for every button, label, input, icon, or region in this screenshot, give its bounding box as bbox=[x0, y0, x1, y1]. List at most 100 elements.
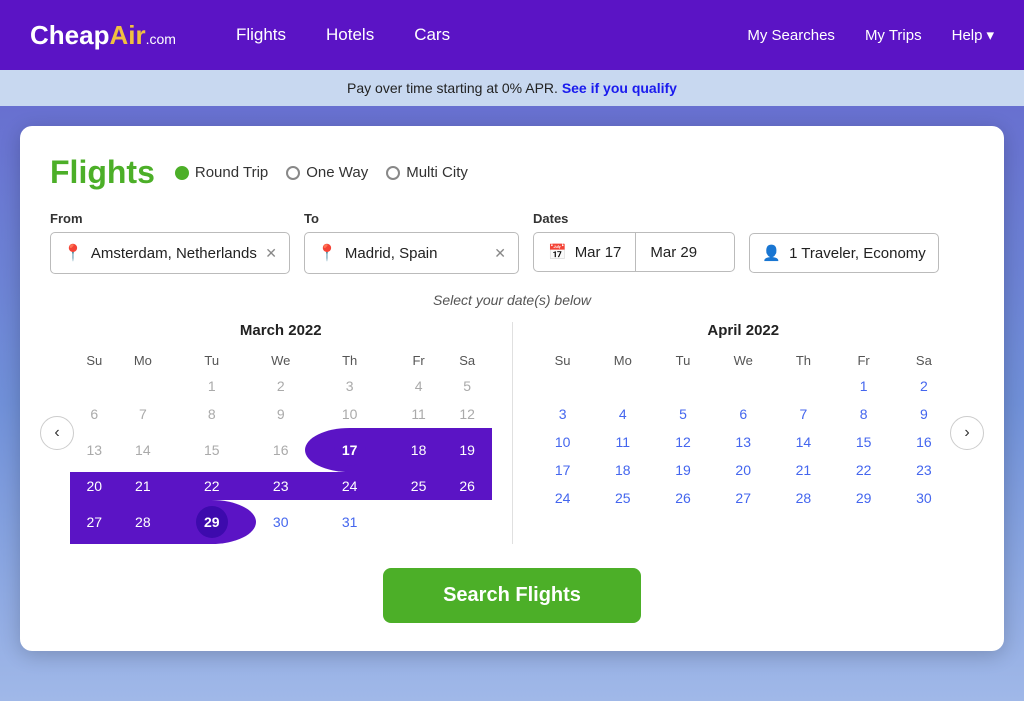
table-row bbox=[773, 372, 833, 400]
nav-hotels[interactable]: Hotels bbox=[326, 25, 374, 45]
departure-date-input[interactable]: 📅 Mar 17 bbox=[533, 232, 635, 272]
table-row[interactable]: 10 bbox=[305, 400, 394, 428]
table-row[interactable]: 4 bbox=[394, 372, 443, 400]
table-row[interactable]: 6 bbox=[713, 400, 773, 428]
table-row[interactable]: 9 bbox=[894, 400, 954, 428]
table-row[interactable]: 9 bbox=[256, 400, 305, 428]
table-row[interactable]: 20 bbox=[713, 456, 773, 484]
table-row[interactable]: 15 bbox=[167, 428, 256, 472]
calendars-container: ‹ March 2022 Su Mo Tu We Th Fr Sa bbox=[50, 322, 974, 544]
table-row[interactable]: 11 bbox=[593, 428, 653, 456]
table-row[interactable]: 16 bbox=[894, 428, 954, 456]
search-flights-button[interactable]: Search Flights bbox=[383, 568, 641, 623]
table-row[interactable]: 17 bbox=[533, 456, 593, 484]
table-row[interactable]: 23 bbox=[894, 456, 954, 484]
promo-banner: Pay over time starting at 0% APR. See if… bbox=[0, 70, 1024, 106]
table-row[interactable]: 13 bbox=[70, 428, 119, 472]
table-row[interactable]: 14 bbox=[773, 428, 833, 456]
nav-my-trips[interactable]: My Trips bbox=[865, 27, 922, 44]
table-row[interactable]: 18 bbox=[593, 456, 653, 484]
table-row[interactable]: 15 bbox=[834, 428, 894, 456]
table-row[interactable]: 18 bbox=[394, 428, 443, 472]
nav-cars[interactable]: Cars bbox=[414, 25, 450, 45]
table-row[interactable]: 5 bbox=[653, 400, 713, 428]
flights-header: Flights Round Trip One Way Multi City bbox=[50, 154, 974, 191]
round-trip-radio[interactable] bbox=[175, 166, 189, 180]
table-row[interactable]: 3 bbox=[533, 400, 593, 428]
multi-city-radio[interactable] bbox=[386, 166, 400, 180]
table-row[interactable]: 11 bbox=[394, 400, 443, 428]
table-row[interactable]: 7 bbox=[773, 400, 833, 428]
table-row[interactable]: 21 bbox=[773, 456, 833, 484]
from-input[interactable]: 📍 Amsterdam, Netherlands ✕ bbox=[50, 232, 290, 274]
table-row[interactable]: 8 bbox=[834, 400, 894, 428]
table-row[interactable]: 27 bbox=[713, 484, 773, 512]
col-we: We bbox=[713, 349, 773, 372]
table-row[interactable]: 28 bbox=[773, 484, 833, 512]
table-row[interactable]: 26 bbox=[653, 484, 713, 512]
table-row[interactable]: 28 bbox=[119, 500, 168, 544]
to-clear-button[interactable]: ✕ bbox=[494, 245, 506, 262]
search-inputs-row: From 📍 Amsterdam, Netherlands ✕ To 📍 Mad… bbox=[50, 211, 974, 274]
table-row[interactable]: 24 bbox=[305, 472, 394, 500]
table-row[interactable]: 21 bbox=[119, 472, 168, 500]
col-mo: Mo bbox=[593, 349, 653, 372]
multi-city-option[interactable]: Multi City bbox=[386, 164, 468, 181]
travelers-input[interactable]: 👤 1 Traveler, Economy bbox=[749, 233, 938, 273]
travelers-value: 1 Traveler, Economy bbox=[789, 245, 926, 262]
table-row[interactable]: 12 bbox=[443, 400, 492, 428]
table-row[interactable]: 24 bbox=[533, 484, 593, 512]
multi-city-label: Multi City bbox=[406, 164, 468, 181]
march-grid: Su Mo Tu We Th Fr Sa 1234567891011121314… bbox=[70, 349, 492, 544]
banner-link[interactable]: See if you qualify bbox=[562, 80, 677, 96]
table-row[interactable]: 2 bbox=[256, 372, 305, 400]
table-row[interactable]: 4 bbox=[593, 400, 653, 428]
table-row[interactable]: 29 bbox=[167, 500, 256, 544]
table-row[interactable]: 26 bbox=[443, 472, 492, 500]
table-row[interactable]: 1 bbox=[167, 372, 256, 400]
return-date-input[interactable]: Mar 29 bbox=[635, 232, 735, 272]
table-row[interactable]: 30 bbox=[256, 500, 305, 544]
table-row[interactable]: 3 bbox=[305, 372, 394, 400]
table-row[interactable]: 22 bbox=[167, 472, 256, 500]
round-trip-label: Round Trip bbox=[195, 164, 268, 181]
round-trip-option[interactable]: Round Trip bbox=[175, 164, 268, 181]
to-input[interactable]: 📍 Madrid, Spain ✕ bbox=[304, 232, 519, 274]
nav-flights[interactable]: Flights bbox=[236, 25, 286, 45]
one-way-radio[interactable] bbox=[286, 166, 300, 180]
table-row[interactable]: 23 bbox=[256, 472, 305, 500]
one-way-option[interactable]: One Way bbox=[286, 164, 368, 181]
table-row[interactable]: 29 bbox=[834, 484, 894, 512]
table-row[interactable]: 12 bbox=[653, 428, 713, 456]
table-row[interactable]: 10 bbox=[533, 428, 593, 456]
logo[interactable]: CheapAir.com bbox=[30, 20, 176, 51]
table-row bbox=[533, 372, 593, 400]
nav-help[interactable]: Help ▾ bbox=[952, 26, 994, 44]
table-row[interactable]: 19 bbox=[443, 428, 492, 472]
table-row[interactable]: 31 bbox=[305, 500, 394, 544]
help-label: Help bbox=[952, 27, 983, 44]
table-row[interactable]: 20 bbox=[70, 472, 119, 500]
calendar-prev-button[interactable]: ‹ bbox=[40, 416, 74, 450]
table-row[interactable]: 16 bbox=[256, 428, 305, 472]
table-row[interactable]: 30 bbox=[894, 484, 954, 512]
table-row[interactable]: 22 bbox=[834, 456, 894, 484]
table-row[interactable]: 5 bbox=[443, 372, 492, 400]
table-row[interactable]: 8 bbox=[167, 400, 256, 428]
april-grid: Su Mo Tu We Th Fr Sa 1234567891011121314… bbox=[533, 349, 955, 512]
table-row[interactable]: 25 bbox=[394, 472, 443, 500]
table-row[interactable]: 1 bbox=[834, 372, 894, 400]
nav-my-searches[interactable]: My Searches bbox=[747, 27, 835, 44]
table-row[interactable]: 7 bbox=[119, 400, 168, 428]
from-clear-button[interactable]: ✕ bbox=[265, 245, 277, 262]
table-row[interactable]: 27 bbox=[70, 500, 119, 544]
table-row[interactable]: 13 bbox=[713, 428, 773, 456]
table-row[interactable]: 19 bbox=[653, 456, 713, 484]
calendar-next-button[interactable]: › bbox=[950, 416, 984, 450]
nav-right: My Searches My Trips Help ▾ bbox=[747, 26, 994, 44]
table-row[interactable]: 14 bbox=[119, 428, 168, 472]
table-row[interactable]: 25 bbox=[593, 484, 653, 512]
table-row[interactable]: 6 bbox=[70, 400, 119, 428]
table-row[interactable]: 17 bbox=[305, 428, 394, 472]
table-row[interactable]: 2 bbox=[894, 372, 954, 400]
